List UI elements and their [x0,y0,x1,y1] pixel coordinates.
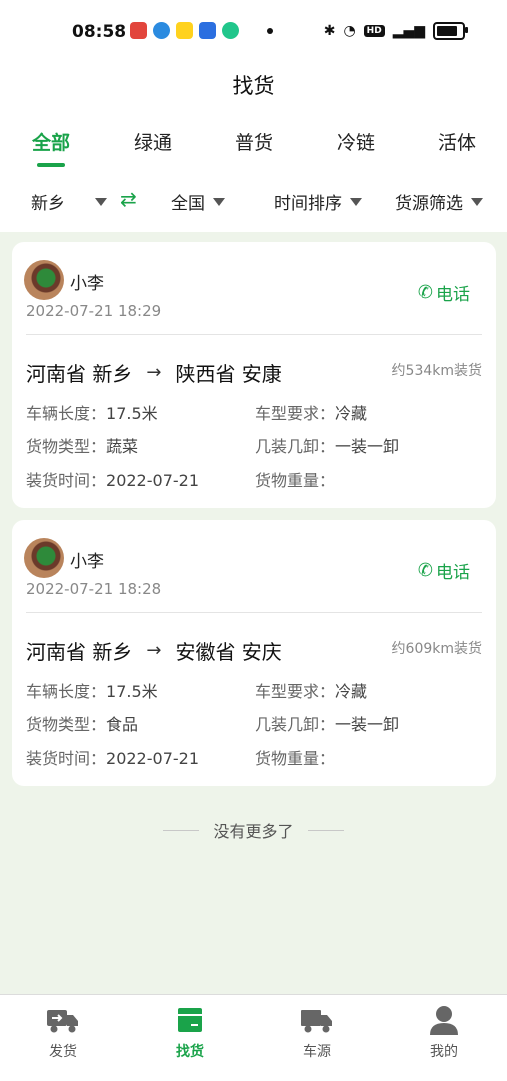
load-unload: 几装几卸：一装一卸 [255,715,400,734]
chevron-down-icon [213,197,225,206]
filter-bar: 新乡 ⇄ 全国 时间排序 货源筛选 [0,182,507,222]
status-bar: 08:58 ✱ ◔ HD ▂▄▆ [0,0,507,60]
route: 河南省 新乡 → 安徽省 安庆 [26,636,282,665]
call-button-label: 电话 [436,285,470,305]
nav-label: 发货 [49,1044,77,1060]
tab-live-animals[interactable]: 活体 [438,128,476,155]
battery-icon [433,22,468,40]
goods-type: 货物类型：食品 [26,715,139,734]
phone-icon: ✆ [417,560,433,581]
distance: 约609km装货 [391,641,482,657]
chevron-down-icon [471,197,483,206]
truck-icon [301,1010,332,1033]
source-filter[interactable]: 货源筛选 [395,189,483,214]
nav-label: 车源 [303,1044,331,1060]
bluetooth-icon: ✱ [323,23,336,39]
arrow-right-icon: → [146,362,162,383]
tab-green-channel[interactable]: 绿通 [134,128,172,155]
cargo-card[interactable]: 小李 2022-07-21 18:28 ✆ 电话 河南省 新乡 → 安徽省 安庆… [12,520,496,786]
browser-app-icon [153,22,170,39]
meituan-app-icon [176,22,193,39]
load-date: 装货时间：2022-07-21 [26,471,199,490]
origin-filter[interactable]: 新乡 [31,189,107,214]
wifi-icon: ◔ [343,23,356,39]
taobao-app-icon [199,22,216,39]
tab-general-cargo[interactable]: 普货 [235,128,273,155]
chevron-down-icon [95,197,107,206]
user-name: 小李 [70,552,104,572]
route-to: 安徽省 安庆 [175,640,282,664]
video-app-icon [222,22,239,39]
nav-label: 我的 [430,1044,458,1060]
active-tab-indicator [37,163,65,167]
nav-item-profile[interactable]: 我的 [394,1005,494,1061]
goods-type: 货物类型：蔬菜 [26,437,139,456]
call-button[interactable]: ✆ 电话 [418,280,470,305]
route: 河南省 新乡 → 陕西省 安康 [26,358,282,387]
goods-weight: 货物重量： [255,749,336,768]
sort-filter-label: 时间排序 [274,194,342,214]
post-time: 2022-07-21 18:29 [26,302,162,320]
nav-item-vehicles[interactable]: 车源 [267,1005,367,1061]
user-icon [430,1006,458,1035]
divider [26,334,482,335]
destination-filter[interactable]: 全国 [171,189,225,214]
heart-app-icon [130,22,147,39]
destination-filter-label: 全国 [171,194,205,214]
load-date: 装货时间：2022-07-21 [26,749,199,768]
signal-icon: ▂▄▆ [392,23,425,39]
bottom-nav: 发货 找货 车源 我的 [0,994,507,1081]
origin-filter-label: 新乡 [31,194,65,214]
truck-send-icon [47,1010,78,1033]
system-icons: ✱ ◔ HD ▂▄▆ [323,22,468,40]
category-tabs: 全部 绿通 普货 冷链 活体 [0,128,507,168]
sort-filter[interactable]: 时间排序 [274,189,362,214]
distance: 约534km装货 [391,363,482,379]
call-button-label: 电话 [436,563,470,583]
divider-right [308,830,344,831]
nav-label: 找货 [176,1044,204,1060]
status-time: 08:58 [72,22,127,42]
page-title: 找货 [232,74,275,98]
notification-icons [130,22,273,39]
route-from: 河南省 新乡 [26,640,133,664]
cargo-card[interactable]: 小李 2022-07-21 18:29 ✆ 电话 河南省 新乡 → 陕西省 安康… [12,242,496,508]
swap-icon[interactable]: ⇄ [120,187,137,211]
avatar [24,538,64,578]
vehicle-length: 车辆长度：17.5米 [26,404,158,423]
nav-item-ship[interactable]: 发货 [13,1005,113,1061]
arrow-right-icon: → [146,640,162,661]
source-filter-label: 货源筛选 [395,194,463,214]
phone-icon: ✆ [417,282,433,303]
hd-icon: HD [363,25,385,37]
more-notifications-icon [267,27,273,34]
user-name: 小李 [70,274,104,294]
call-button[interactable]: ✆ 电话 [418,558,470,583]
divider [26,612,482,613]
avatar [24,260,64,300]
vehicle-length: 车辆长度：17.5米 [26,682,158,701]
route-to: 陕西省 安康 [175,362,282,386]
tab-all[interactable]: 全部 [32,128,70,155]
box-icon [178,1008,202,1032]
vehicle-type: 车型要求：冷藏 [255,682,368,701]
load-unload: 几装几卸：一装一卸 [255,437,400,456]
route-from: 河南省 新乡 [26,362,133,386]
list-end-text: 没有更多了 [213,822,294,841]
goods-weight: 货物重量： [255,471,336,490]
nav-item-find-goods[interactable]: 找货 [140,1005,240,1061]
vehicle-type: 车型要求：冷藏 [255,404,368,423]
chevron-down-icon [350,197,362,206]
tab-cold-chain[interactable]: 冷链 [337,128,375,155]
post-time: 2022-07-21 18:28 [26,580,162,598]
